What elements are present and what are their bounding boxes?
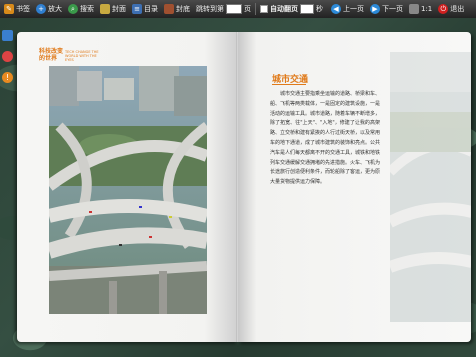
next-page-button[interactable]: ▶ 下一页 <box>368 1 405 17</box>
toc-icon: ≡ <box>132 4 142 14</box>
side-toolbar: ! <box>2 30 13 83</box>
logo-subtitle: TECH CHANGE THE WORLD WITH THE EYES <box>65 50 99 62</box>
jump-suffix: 页 <box>244 5 251 13</box>
exit-label: 退出 <box>450 5 465 13</box>
faded-interchange-image <box>390 52 471 322</box>
prev-label: 上一页 <box>343 5 364 13</box>
heading-underline <box>272 84 306 85</box>
auto-flip-checkbox[interactable] <box>260 5 268 13</box>
prev-page-button[interactable]: ◀ 上一页 <box>329 1 366 17</box>
logo-title: 科技改变的世界 <box>39 48 64 62</box>
search-label: 搜索 <box>80 5 94 13</box>
auto-flip-label: 自动翻页 <box>270 5 298 13</box>
seconds-label: 秒 <box>316 5 323 13</box>
book-icon[interactable] <box>2 30 13 41</box>
zoom-in-icon: + <box>36 4 46 14</box>
article-body: 城市交通主要指乘坐运输的道路、桥梁和车、船、飞机等两类载体，一是固定的建筑设施，… <box>270 91 381 186</box>
jump-prefix: 跳转到第 <box>196 5 224 13</box>
toc-label: 目录 <box>144 5 158 13</box>
search-button[interactable]: ⌕ 搜索 <box>66 1 96 17</box>
back-cover-icon <box>164 4 174 14</box>
reader-toolbar: ✎ 书签 + 放大 ⌕ 搜索 封面 ≡ 目录 封底 跳转到第 页 自动翻页 秒 … <box>0 0 476 18</box>
prev-arrow-icon: ◀ <box>331 4 341 14</box>
back-cover-button[interactable]: 封底 <box>162 1 192 17</box>
cover-button[interactable]: 封面 <box>98 1 128 17</box>
next-label: 下一页 <box>382 5 403 13</box>
toolbar-divider <box>255 3 256 15</box>
actual-size-icon <box>409 4 419 14</box>
settings-icon[interactable] <box>2 51 13 62</box>
auto-flip-seconds-input[interactable] <box>300 4 314 14</box>
next-arrow-icon: ▶ <box>370 4 380 14</box>
zoom-label: 放大 <box>48 5 62 13</box>
actual-size-button[interactable]: 1:1 <box>407 1 434 17</box>
right-page[interactable]: 城市交通 城市交通主要指乘坐运输的道路、桥梁和车、船、飞机等两类载体，一是固定的… <box>238 32 471 342</box>
bookmark-button[interactable]: ✎ 书签 <box>2 1 32 17</box>
exit-button[interactable]: ⏻ 退出 <box>436 1 466 17</box>
jump-page-input[interactable] <box>226 4 242 14</box>
interchange-photo <box>49 66 207 314</box>
bookmark-icon: ✎ <box>4 4 14 14</box>
info-icon[interactable]: ! <box>2 72 13 83</box>
cover-icon <box>100 4 110 14</box>
zoom-button[interactable]: + 放大 <box>34 1 64 17</box>
flipbook: 科技改变的世界 TECH CHANGE THE WORLD WITH THE E… <box>17 32 471 342</box>
cover-label: 封面 <box>112 5 126 13</box>
left-page[interactable]: 科技改变的世界 TECH CHANGE THE WORLD WITH THE E… <box>17 32 238 342</box>
exit-icon: ⏻ <box>438 4 449 14</box>
search-icon: ⌕ <box>68 4 78 14</box>
ratio-label: 1:1 <box>421 5 433 13</box>
toc-button[interactable]: ≡ 目录 <box>130 1 160 17</box>
series-logo: 科技改变的世界 <box>39 48 65 62</box>
bookmark-label: 书签 <box>16 5 30 13</box>
back-cover-label: 封底 <box>176 5 190 13</box>
